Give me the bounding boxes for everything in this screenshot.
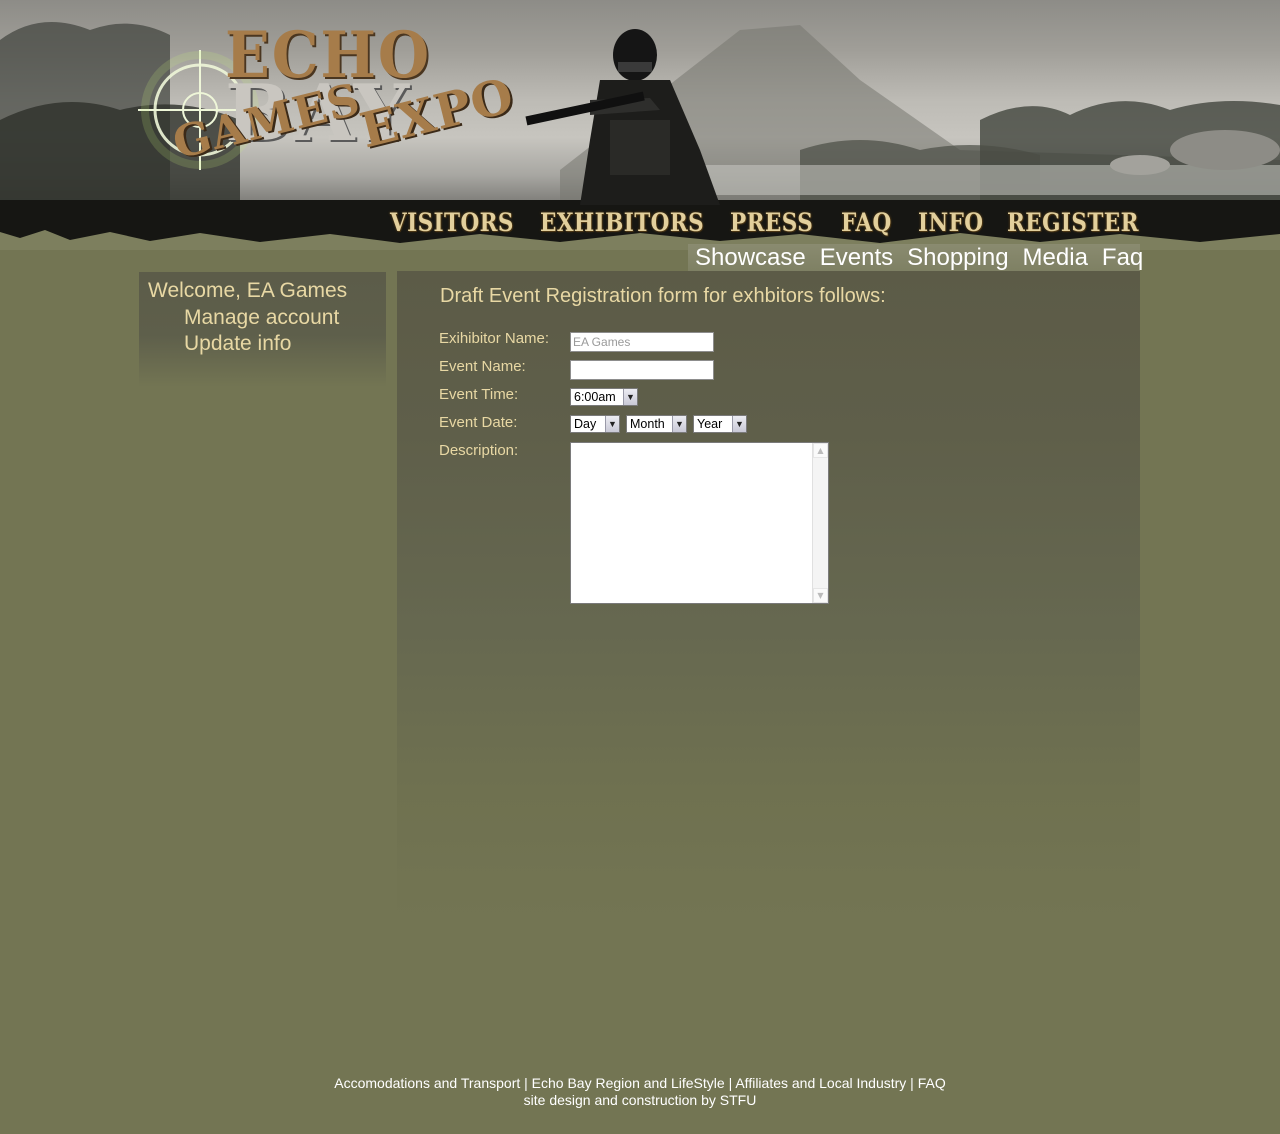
footer-links: Accomodations and Transport | Echo Bay R… (0, 1075, 1280, 1092)
update-info-link[interactable]: Update info (184, 332, 291, 356)
event-date-label: Event Date: (439, 414, 518, 431)
event-year-value: Year (697, 417, 723, 431)
event-month-value: Month (630, 417, 665, 431)
event-registration-panel: Draft Event Registration form for exhbit… (397, 271, 1140, 921)
nav-press[interactable]: PRESS (730, 208, 825, 242)
footer-separator: | (724, 1075, 736, 1091)
exhibitor-name-label: Exihibitor Name: (439, 330, 550, 347)
footer-separator: | (906, 1075, 918, 1091)
footer-link-affiliates[interactable]: Affiliates and Local Industry (735, 1075, 906, 1091)
footer-separator: | (520, 1075, 532, 1091)
exhibitor-name-input[interactable] (570, 332, 714, 352)
event-time-value: 6:00am (574, 390, 616, 404)
sub-nav: Showcase Events Shopping Media Faq (688, 244, 1143, 272)
footer-link-region[interactable]: Echo Bay Region and LifeStyle (532, 1075, 725, 1091)
nav-register[interactable]: REGISTER (1007, 208, 1138, 242)
chevron-down-icon: ▼ (732, 416, 746, 432)
event-time-select[interactable]: 6:00am ▼ (570, 388, 638, 406)
account-sidebar: Welcome, EA Games Manage account Update … (139, 272, 386, 387)
footer-link-accomodations[interactable]: Accomodations and Transport (334, 1075, 520, 1091)
subnav-media[interactable]: Media (1023, 244, 1088, 272)
subnav-events[interactable]: Events (820, 244, 893, 272)
subnav-faq[interactable]: Faq (1102, 244, 1143, 272)
welcome-message: Welcome, EA Games (148, 279, 348, 302)
subnav-showcase[interactable]: Showcase (695, 244, 806, 272)
event-name-input[interactable] (570, 360, 714, 380)
description-textarea[interactable]: ▲ ▼ (570, 442, 829, 604)
site-footer: Accomodations and Transport | Echo Bay R… (0, 1075, 1280, 1109)
footer-credit: site design and construction by STFU (523, 1092, 757, 1108)
subnav-shopping[interactable]: Shopping (907, 244, 1008, 272)
manage-account-link[interactable]: Manage account (184, 306, 339, 330)
footer-link-faq[interactable]: FAQ (918, 1075, 946, 1091)
description-scrollbar[interactable]: ▲ ▼ (812, 443, 828, 603)
scroll-down-icon[interactable]: ▼ (813, 588, 828, 603)
nav-info[interactable]: INFO (918, 208, 995, 242)
main-nav: VISITORS EXHIBITORS PRESS FAQ INFO REGIS… (390, 208, 1147, 242)
scroll-up-icon[interactable]: ▲ (813, 443, 828, 458)
event-name-label: Event Name: (439, 358, 526, 375)
nav-faq[interactable]: FAQ (841, 208, 907, 242)
event-month-select[interactable]: Month ▼ (626, 415, 687, 433)
chevron-down-icon: ▼ (605, 416, 619, 432)
chevron-down-icon: ▼ (623, 389, 637, 405)
event-day-select[interactable]: Day ▼ (570, 415, 620, 433)
site-header: ECHO BAY GAMES EXPO VISITORS EXHIBITORS … (0, 0, 1280, 250)
event-day-value: Day (574, 417, 597, 431)
nav-exhibitors[interactable]: EXHIBITORS (540, 208, 704, 242)
nav-visitors[interactable]: VISITORS (390, 208, 519, 242)
description-label: Description: (439, 442, 519, 459)
event-time-label: Event Time: (439, 386, 519, 403)
event-year-select[interactable]: Year ▼ (693, 415, 747, 433)
chevron-down-icon: ▼ (672, 416, 686, 432)
form-title: Draft Event Registration form for exhbit… (440, 285, 886, 307)
